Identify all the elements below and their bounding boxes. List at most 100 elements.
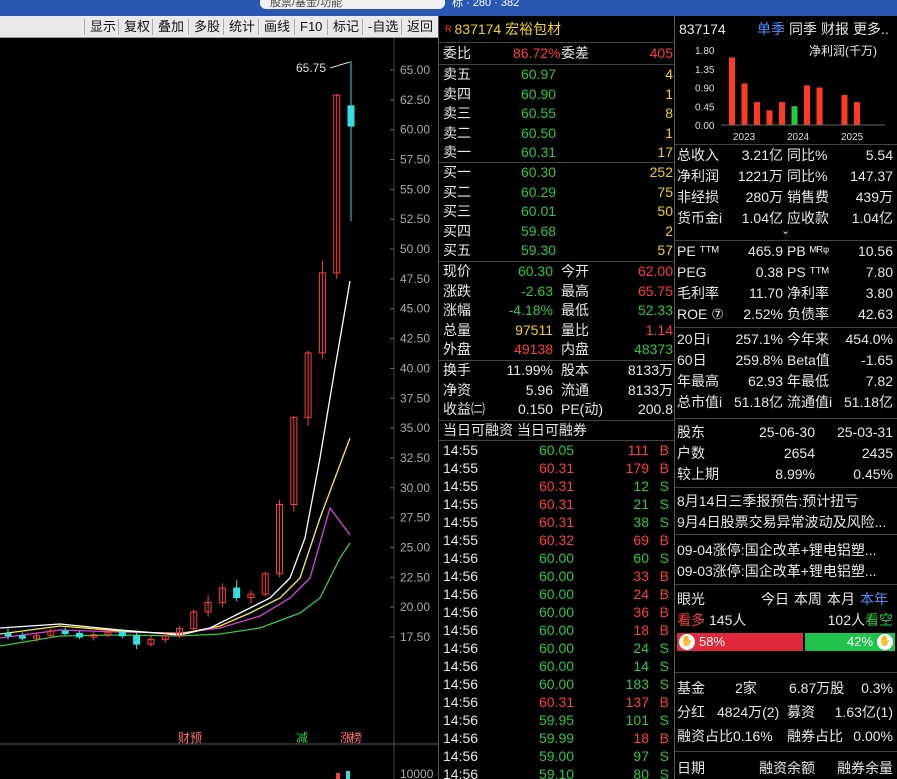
divider	[675, 327, 897, 328]
val-row-label: 净利率	[787, 285, 829, 301]
tick-row: 14:56 60.00 14 S	[443, 657, 673, 675]
news-item[interactable]: 09-04涨停:国企改革+锂电铝塑...	[677, 541, 893, 560]
toolbar-back-button[interactable]: 返回	[401, 19, 438, 35]
toolbar-adjust-button[interactable]: 复权	[118, 19, 155, 35]
toolbar-overlay-button[interactable]: 叠加	[152, 19, 189, 35]
bar-y-label: 0.45	[695, 102, 715, 113]
tick-volume: 24	[633, 640, 649, 656]
tick-volume: 24	[633, 586, 649, 602]
orderbook-row[interactable]: 卖五 60.97 4	[443, 65, 673, 84]
toolbar-watchlist-button[interactable]: -自选	[362, 19, 403, 35]
axis-label: 32.50	[400, 451, 430, 465]
tick-row: 14:55 60.31 12 S	[443, 477, 673, 495]
eye-tab-2[interactable]: 本月	[827, 590, 855, 609]
val-row-value: 3.80	[865, 285, 893, 301]
perf-row-value: 259.8%	[735, 352, 783, 368]
tick-volume: 137	[625, 694, 649, 710]
axis-label: 35.00	[400, 421, 430, 435]
eye-tab-3[interactable]: 本年	[860, 590, 888, 609]
holder-value: 2435	[861, 445, 893, 461]
val-row-value: 0.38	[755, 264, 783, 280]
info-tab-1[interactable]: 同季	[789, 20, 817, 39]
orderbook-row[interactable]: 买四 59.68 2	[443, 222, 673, 241]
candle-body	[347, 105, 355, 127]
profit-bar	[841, 95, 848, 125]
tick-time: 14:56	[443, 550, 479, 566]
axis-label: 27.50	[400, 511, 430, 525]
divider	[675, 534, 897, 535]
eye-tab-0[interactable]: 今日	[761, 590, 789, 609]
tick-volume: 38	[633, 514, 649, 530]
toolbar-f10-button[interactable]: F10	[294, 19, 327, 35]
volume-axis-label: 10000	[400, 767, 434, 779]
stat-row: 现价 60.30 今开 62.00	[443, 262, 673, 281]
orderbook-row[interactable]: 买二 60.29 75	[443, 183, 673, 202]
perf-row-label: 总市值i	[677, 394, 723, 410]
bar-y-label: 1.35	[695, 65, 715, 76]
stat-label: 量比	[561, 321, 589, 338]
stat2-value: 5.96	[525, 381, 553, 398]
ob-label: 买三	[443, 203, 471, 219]
eye-header: 眼光 今日 本周 本月 本年	[677, 590, 893, 609]
orderbook-row[interactable]: 买五 59.30 57	[443, 241, 673, 260]
info-tab-3[interactable]: 更多..	[853, 20, 889, 39]
bar-year-label: 2023	[733, 132, 756, 143]
axis-label: 40.00	[400, 361, 430, 375]
orderbook-row[interactable]: 卖四 60.90 1	[443, 85, 673, 104]
toolbar-mark-button[interactable]: 标记	[327, 19, 364, 35]
orderbook-row[interactable]: 卖二 60.50 1	[443, 124, 673, 143]
toolbar-multi-button[interactable]: 多股	[188, 19, 225, 35]
toolbar-draw-button[interactable]: 画线	[258, 19, 295, 35]
stat-value: -2.63	[521, 282, 553, 299]
news-item[interactable]: 9月4日股票交易异常波动及风险...	[677, 513, 893, 532]
margin-header: 当日可融资 当日可融券	[443, 422, 587, 438]
bear-label: 看空	[865, 612, 893, 628]
orderbook-row[interactable]: 卖一 60.31 17	[443, 143, 673, 162]
fin-row-label: 应收款	[787, 210, 829, 226]
tick-side: S	[659, 748, 669, 764]
stat-value: 60.30	[517, 263, 553, 279]
stock-name: 837174 宏裕包材	[454, 21, 562, 37]
eye-tab-1[interactable]: 本周	[794, 590, 822, 609]
stat-value: 52.33	[637, 302, 673, 318]
divider	[675, 144, 897, 145]
ob-label: 卖一	[443, 144, 471, 160]
kline-svg[interactable]: 65.00 62.50 60.00 57.50 55.00 52.50 50.00 47.50…	[0, 38, 438, 779]
fin-row-label: 销售费	[787, 189, 829, 205]
ob-price: 60.90	[521, 85, 557, 102]
tick-row: 14:56 59.10 80 S	[443, 765, 673, 779]
ob-volume: 75	[657, 183, 673, 200]
tick-price: 59.99	[539, 730, 575, 746]
info-tab-0[interactable]: 单季	[757, 20, 785, 39]
tick-time: 14:56	[443, 676, 479, 692]
tick-row: 14:56 60.31 137 B	[443, 693, 673, 711]
info-header: 837174 单季 同季 财报 更多..	[679, 20, 895, 39]
tick-row: 14:56 60.00 60 S	[443, 549, 673, 567]
event-marker: 预	[190, 731, 202, 745]
fund-value: 1.63亿(1)	[834, 704, 893, 720]
bear-count: 102人	[827, 612, 865, 628]
stat-row: 总量 97511 量比 1.14	[443, 321, 673, 340]
tick-volume: 101	[625, 712, 649, 728]
toolbar-stats-button[interactable]: 统计	[223, 19, 260, 35]
news-item[interactable]: 8月14日三季报预告:预计扭亏	[677, 492, 893, 511]
profit-bar	[754, 102, 760, 125]
divider	[675, 751, 897, 752]
axis-label: 20.00	[400, 600, 430, 614]
orderbook-row[interactable]: 卖三 60.55 8	[443, 104, 673, 123]
info-tab-2[interactable]: 财报	[821, 20, 849, 39]
profit-bar	[729, 57, 735, 125]
nav-hint: 标 · 280 · 382	[452, 0, 520, 9]
stat-value: 49138	[514, 341, 553, 357]
toolbar-display-button[interactable]: 显示	[84, 19, 121, 35]
orderbook-row[interactable]: 买三 60.01 50	[443, 202, 673, 221]
search-placeholder: 股票/基金/功能	[270, 0, 343, 9]
tick-price: 60.31	[539, 514, 575, 530]
stat-row: 外盘 49138 内盘 48373	[443, 340, 673, 359]
tick-side: S	[659, 676, 669, 692]
news-item[interactable]: 09-03涨停:国企改革+锂电铝塑...	[677, 562, 893, 581]
tick-time: 14:56	[443, 694, 479, 710]
kline-chart[interactable]: 65.00 62.50 60.00 57.50 55.00 52.50 50.00 47.50…	[0, 38, 438, 779]
orderbook-row[interactable]: 买一 60.30 252	[443, 163, 673, 182]
tick-price: 60.31	[539, 496, 575, 512]
